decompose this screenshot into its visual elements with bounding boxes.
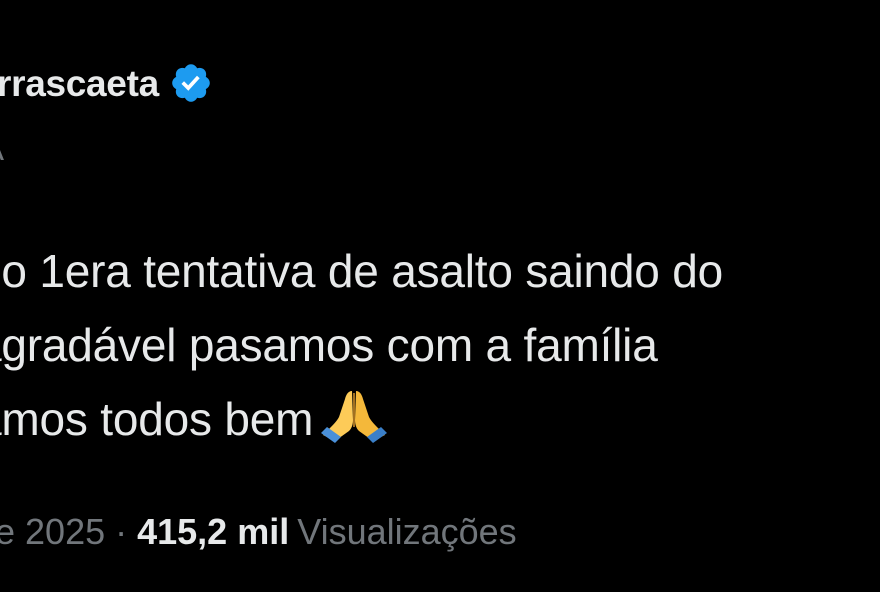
tweet-body-line-text: amos todos bem	[0, 393, 314, 445]
tweet-card: rrascaeta A go 1era tentativa de asalto …	[0, 0, 880, 592]
tweet-meta: e 2025 · 415,2 mil Visualizações	[0, 510, 517, 554]
views-label: Visualizações	[297, 511, 517, 552]
folded-hands-emoji	[319, 387, 389, 443]
verified-badge-icon[interactable]	[169, 61, 213, 105]
tweet-date[interactable]: e 2025	[0, 511, 105, 552]
tweet-body-line: agradável pasamos com a família	[0, 319, 658, 371]
tweet-body-line: go 1era tentativa de asalto saindo do	[0, 245, 724, 297]
meta-separator: ·	[115, 511, 128, 552]
author-handle[interactable]: A	[0, 132, 4, 165]
views-count[interactable]: 415,2 mil	[137, 511, 289, 552]
author-display-name[interactable]: rrascaeta	[0, 65, 159, 102]
tweet-header: rrascaeta	[0, 58, 213, 108]
tweet-body: go 1era tentativa de asalto saindo do ag…	[0, 234, 880, 456]
tweet-body-line-last: amos todos bem	[0, 382, 880, 456]
